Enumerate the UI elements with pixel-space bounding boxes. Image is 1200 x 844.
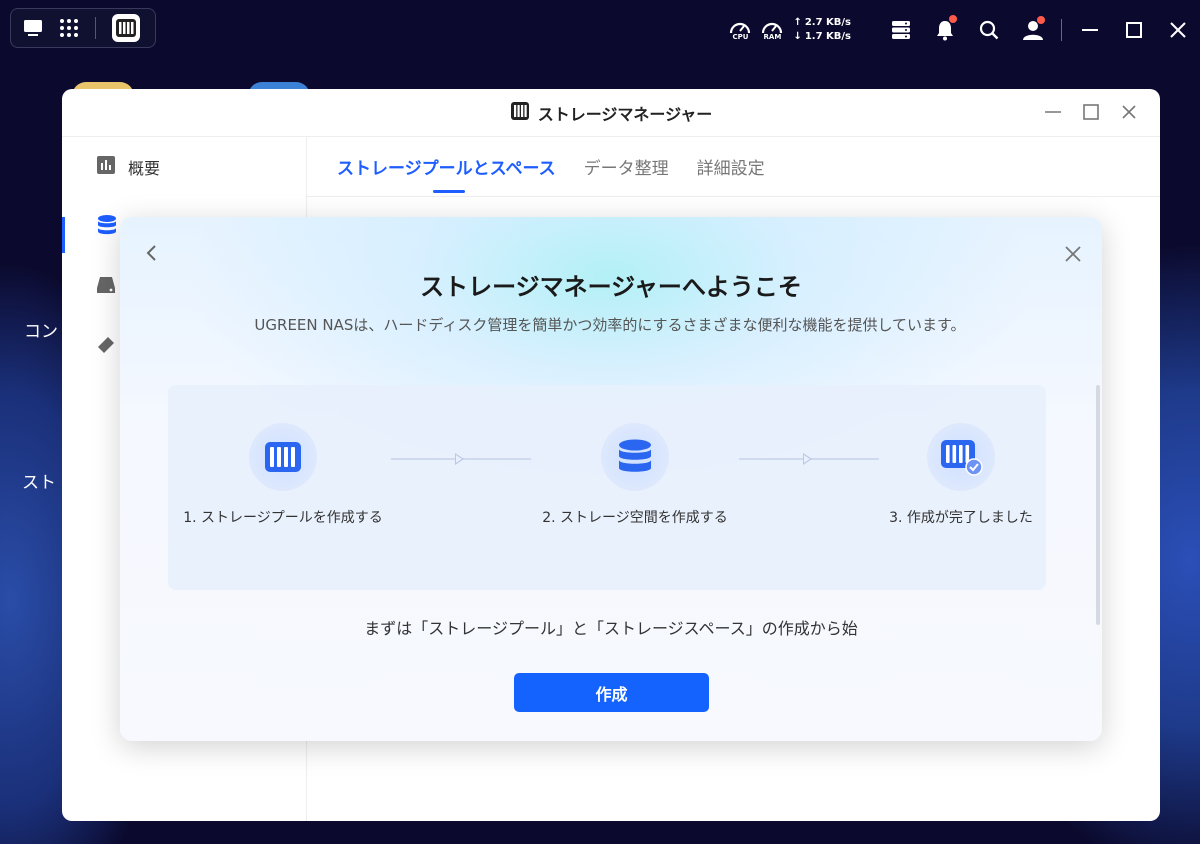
cpu-meter[interactable]: CPU <box>727 19 753 41</box>
step-1-label: 1. ストレージプールを作成する <box>183 510 383 526</box>
window-title: ストレージマネージャー <box>537 104 713 124</box>
dialog-scrollbar[interactable] <box>1096 385 1100 625</box>
tray-separator <box>1061 19 1062 41</box>
app-launcher-bar <box>10 8 156 48</box>
user-badge <box>1037 16 1045 24</box>
tab-data-cleanup[interactable]: データ整理 <box>584 137 669 197</box>
window-titlebar[interactable]: ストレージマネージャー <box>62 89 1160 137</box>
close-icon[interactable] <box>1156 21 1200 39</box>
minimize-icon[interactable] <box>1068 21 1112 39</box>
storage-manager-app-icon[interactable] <box>112 14 140 42</box>
desktop-monitor-icon[interactable] <box>23 19 43 37</box>
window-minimize-icon[interactable] <box>1044 103 1062 125</box>
desktop-label-1[interactable]: コン <box>24 317 58 342</box>
storage-pool-icon <box>249 423 317 491</box>
upload-speed: 2.7 KB/s <box>804 17 851 28</box>
ram-label: RAM <box>763 33 782 41</box>
dialog-note: まずは「ストレージプール」と「ストレージスペース」の作成から始 <box>364 619 858 638</box>
maximize-icon[interactable] <box>1112 21 1156 39</box>
window-maximize-icon[interactable] <box>1082 103 1100 125</box>
tab-bar: ストレージプールとスペース データ整理 詳細設定 <box>307 137 1160 197</box>
window-close-icon[interactable] <box>1120 103 1138 125</box>
sidebar-item-label: 概要 <box>128 159 161 178</box>
tab-storage-pool-and-space[interactable]: ストレージプールとスペース <box>337 137 556 197</box>
search-icon[interactable] <box>967 20 1011 40</box>
server-status-icon[interactable] <box>879 20 923 40</box>
launcher-separator <box>95 17 96 39</box>
ram-meter[interactable]: RAM <box>759 19 785 41</box>
dialog-close-icon[interactable] <box>1064 245 1082 267</box>
storage-space-icon <box>601 423 669 491</box>
step-2: 2. ストレージ空間を作成する <box>530 423 740 529</box>
download-arrow-icon: ↓ <box>793 31 802 42</box>
database-icon <box>96 214 118 240</box>
steps-panel: 1. ストレージプールを作成する 2. ストレージ空間を作成する 3. 作成が完… <box>168 385 1046 590</box>
back-chevron-icon[interactable] <box>142 243 162 267</box>
eraser-icon <box>96 335 116 359</box>
upload-arrow-icon: ↑ <box>793 17 802 28</box>
notification-bell-icon[interactable] <box>923 15 967 41</box>
system-tray: CPU RAM ↑ 2.7 KB/s ↓ 1.7 KB/s <box>727 10 1200 50</box>
network-speed[interactable]: ↑ 2.7 KB/s ↓ 1.7 KB/s <box>793 16 851 44</box>
dialog-title: ストレージマネージャーへようこそ <box>420 273 802 301</box>
create-button[interactable]: 作成 <box>514 673 709 712</box>
step-connector-1 <box>391 453 531 465</box>
step-2-label: 2. ストレージ空間を作成する <box>542 510 728 526</box>
step-3-label: 3. 作成が完了しました <box>889 510 1033 526</box>
cpu-label: CPU <box>732 33 749 41</box>
tab-advanced-settings[interactable]: 詳細設定 <box>697 137 765 197</box>
storage-complete-icon <box>927 423 995 491</box>
sidebar-item-overview[interactable]: 概要 <box>62 137 306 197</box>
desktop-label-2[interactable]: スト <box>22 468 56 493</box>
app-grid-icon[interactable] <box>59 18 79 38</box>
disk-icon <box>96 275 116 299</box>
user-account-icon[interactable] <box>1011 16 1055 40</box>
welcome-dialog: ストレージマネージャーへようこそ UGREEN NASは、ハードディスク管理を簡… <box>120 217 1102 741</box>
notification-badge <box>949 15 957 23</box>
step-1: 1. ストレージプールを作成する <box>178 423 388 529</box>
storage-manager-icon <box>510 101 530 125</box>
step-3: 3. 作成が完了しました <box>856 423 1066 529</box>
download-speed: 1.7 KB/s <box>804 31 851 42</box>
dialog-description: UGREEN NASは、ハードディスク管理を簡単かつ効率的にするさまざまな便利な… <box>254 316 966 334</box>
overview-chart-icon <box>96 155 116 179</box>
